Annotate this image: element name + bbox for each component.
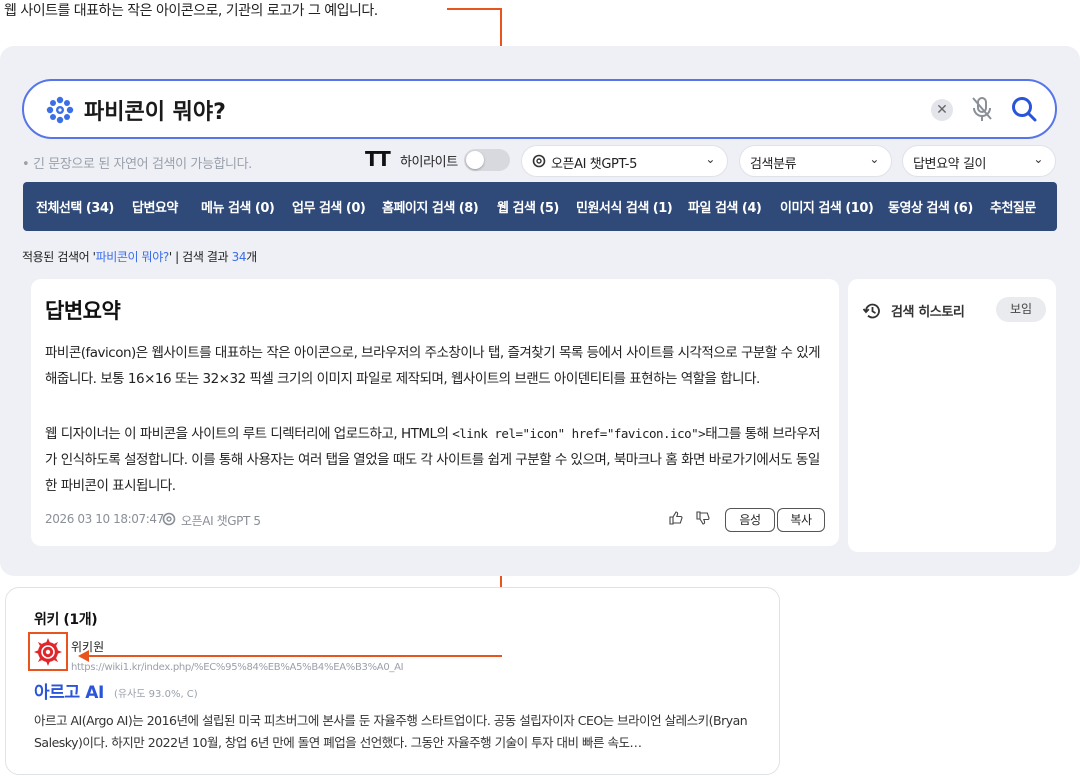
answer-paragraph: 파비콘(favicon)은 웹사이트를 대표하는 작은 아이콘으로, 브라우저의…	[45, 345, 821, 387]
model-select-value: 오픈AI 챗GPT-5	[551, 157, 637, 172]
length-select-value: 답변요약 길이	[913, 157, 987, 172]
openai-icon	[532, 154, 546, 168]
result-title-link[interactable]: 아르고 AI	[34, 678, 104, 703]
highlight-label: 하이라이트	[400, 155, 458, 170]
snowflake-logo-icon	[46, 96, 74, 124]
highlight-toggle[interactable]	[464, 149, 510, 171]
model-select[interactable]: 오픈AI 챗GPT-5 ⌄	[521, 145, 728, 177]
history-show-button[interactable]: 보임	[996, 297, 1046, 322]
tab-web-search[interactable]: 웹 검색 (5)	[497, 197, 559, 216]
applied-suffix: 개	[246, 250, 257, 264]
applied-middle: ' | 검색 결과	[168, 250, 232, 264]
tab-form-search[interactable]: 민원서식 검색 (1)	[576, 197, 673, 216]
answer-text: 웹 디자이너는 이 파비콘을 사이트의 루트 디렉터리에 업로드하고, HTML…	[45, 426, 453, 442]
chevron-down-icon: ⌄	[705, 152, 715, 166]
category-select[interactable]: 검색분류 ⌄	[739, 145, 892, 177]
category-select-value: 검색분류	[750, 157, 797, 172]
applied-prefix: 적용된 검색어 '	[22, 250, 96, 264]
tab-answer-summary[interactable]: 답변요약	[132, 197, 178, 216]
answer-title: 답변요약	[45, 299, 121, 323]
openai-icon	[162, 512, 176, 526]
search-input[interactable]	[84, 93, 784, 127]
answer-paragraph: 웹 디자이너는 이 파비콘을 사이트의 루트 디렉터리에 업로드하고, HTML…	[45, 421, 825, 499]
category-tabbar: 전체선택 (34) 답변요약 메뉴 검색 (0) 업무 검색 (0) 홈페이지 …	[23, 182, 1057, 231]
tab-image-search[interactable]: 이미지 검색 (10)	[780, 197, 874, 216]
voice-button[interactable]: 음성	[725, 508, 775, 532]
search-bar: ✕	[22, 79, 1057, 139]
copy-button[interactable]: 복사	[777, 508, 825, 532]
result-count: 34	[231, 250, 247, 264]
result-section-title: 위키 (1개)	[34, 612, 98, 628]
applied-keyword: 파비콘이 뭐야?	[95, 250, 170, 264]
thumbs-down-icon[interactable]	[696, 511, 710, 525]
page-root: 웹 사이트를 대표하는 작은 아이콘으로, 기관의 로고가 그 예입니다. ✕	[0, 0, 1080, 776]
tab-homepage-search[interactable]: 홈페이지 검색 (8)	[382, 197, 479, 216]
history-title: 검색 히스토리	[891, 305, 965, 320]
clear-search-button[interactable]: ✕	[931, 99, 953, 121]
chevron-down-icon: ⌄	[869, 152, 879, 166]
length-select[interactable]: 답변요약 길이 ⌄	[902, 145, 1056, 177]
thumbs-up-icon[interactable]	[669, 511, 683, 525]
code-snippet: <link rel="icon" href="favicon.ico">	[452, 426, 706, 441]
text-size-icon[interactable]: TT	[365, 147, 391, 171]
annotation-arrow-icon	[78, 650, 89, 662]
history-icon	[862, 303, 880, 319]
similarity-score: (유사도 93.0%, C)	[114, 689, 198, 700]
search-hint: • 긴 문장으로 된 자연어 검색이 가능합니다.	[22, 157, 252, 172]
toggle-knob	[466, 151, 484, 169]
tab-suggested-questions[interactable]: 추천질문	[990, 197, 1036, 216]
tab-video-search[interactable]: 동영상 검색 (6)	[888, 197, 973, 216]
source-url[interactable]: https://wiki1.kr/index.php/%EC%95%84%EB%…	[71, 662, 404, 673]
answer-summary-card: 답변요약 파비콘(favicon)은 웹사이트를 대표하는 작은 아이콘으로, …	[31, 279, 839, 546]
wiki-result-card: 위키 (1개) 위키원 https://wiki1.kr/index.php/%…	[5, 587, 780, 775]
answer-timestamp: 2026 03 10 18:07:47	[45, 512, 164, 526]
annotation-caption: 웹 사이트를 대표하는 작은 아이콘으로, 기관의 로고가 그 예입니다.	[4, 3, 378, 19]
mic-off-icon[interactable]	[970, 95, 994, 123]
tab-all[interactable]: 전체선택 (34)	[36, 197, 114, 216]
chevron-down-icon: ⌄	[1033, 152, 1043, 166]
search-history-card: 검색 히스토리 보임	[848, 279, 1056, 552]
annotation-line	[447, 8, 502, 10]
tab-menu-search[interactable]: 메뉴 검색 (0)	[201, 197, 275, 216]
result-description: 아르고 AI(Argo AI)는 2016년에 설립된 미국 피츠버그에 본사를…	[34, 713, 748, 750]
search-icon[interactable]	[1009, 94, 1039, 124]
tab-file-search[interactable]: 파일 검색 (4)	[688, 197, 762, 216]
applied-keyword-info: 적용된 검색어 '파비콘이 뭐야?' | 검색 결과 34개	[22, 248, 257, 265]
annotation-line	[88, 655, 502, 657]
annotation-highlight-box	[28, 632, 68, 671]
tab-work-search[interactable]: 업무 검색 (0)	[292, 197, 366, 216]
answer-model: 오픈AI 챗GPT 5	[181, 514, 261, 528]
